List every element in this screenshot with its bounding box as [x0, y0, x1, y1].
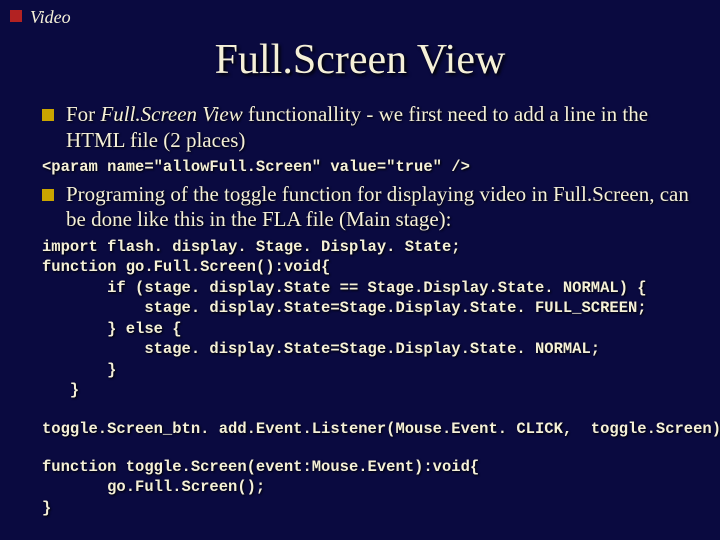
- page-title: Full.Screen View: [0, 36, 720, 84]
- square-bullet-icon: [42, 189, 54, 201]
- code-block: import flash. display. Stage. Display. S…: [42, 237, 690, 401]
- bullet-text: For Full.Screen View functionallity - we…: [66, 102, 690, 153]
- text: For: [66, 102, 100, 126]
- breadcrumb: Video: [10, 7, 720, 28]
- square-bullet-icon: [42, 109, 54, 121]
- square-bullet-icon: [10, 10, 22, 22]
- body: For Full.Screen View functionallity - we…: [0, 102, 720, 518]
- code-block: function toggle.Screen(event:Mouse.Event…: [42, 457, 690, 518]
- breadcrumb-label: Video: [30, 7, 71, 28]
- code-block: <param name="allowFull.Screen" value="tr…: [42, 157, 690, 177]
- bullet-item: For Full.Screen View functionallity - we…: [42, 102, 690, 153]
- slide: Video Full.Screen View For Full.Screen V…: [0, 0, 720, 540]
- emphasis-text: Full.Screen View: [100, 102, 242, 126]
- bullet-item: Programing of the toggle function for di…: [42, 182, 690, 233]
- code-block: toggle.Screen_btn. add.Event.Listener(Mo…: [42, 419, 690, 439]
- text: Programing of the toggle function for di…: [66, 182, 689, 232]
- bullet-text: Programing of the toggle function for di…: [66, 182, 690, 233]
